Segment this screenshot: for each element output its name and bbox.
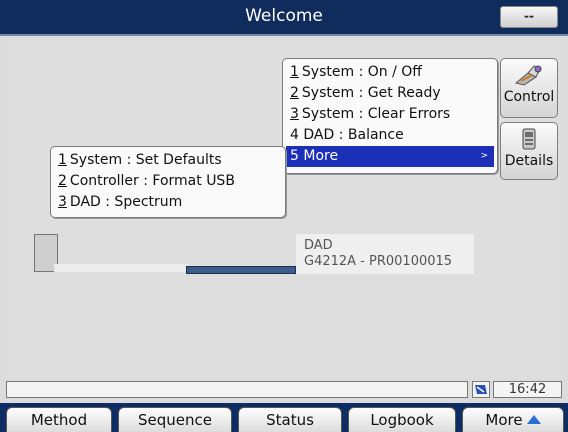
module-slot-icon [186,266,296,274]
network-icon [475,385,487,394]
tab-status[interactable]: Status [238,407,342,432]
module-details-icon [522,128,536,150]
details-button-label: Details [504,153,554,169]
menu-item-system-clear-errors[interactable]: 3 System : Clear Errors [286,104,494,125]
module-connector [54,264,188,272]
menu-item-system-get-ready[interactable]: 2 System : Get Ready [286,83,494,104]
tab-more[interactable]: More [462,407,564,432]
window-title: Welcome [245,6,323,26]
app-window: Welcome -- DAD G4212A - PR00100015 1 Syst… [0,0,568,432]
status-bar: 16:42 [6,381,562,399]
status-indicator[interactable] [472,381,490,398]
menu-item-dad-balance[interactable]: 4 DAD : Balance [286,125,494,146]
control-icon [514,65,542,86]
title-menu-button[interactable]: -- [500,6,558,28]
control-button[interactable]: Control [500,58,558,118]
control-menu: 1 System : On / Off 2 System : Get Ready 3… [282,58,498,174]
menu-item-more[interactable]: 5 More > [286,146,494,167]
tab-sequence[interactable]: Sequence [118,407,232,432]
tab-more-label: More [485,411,523,429]
status-message [6,381,468,398]
module-serial: G4212A - PR00100015 [304,254,453,269]
tab-method[interactable]: Method [6,407,112,432]
module-info-panel[interactable]: DAD G4212A - PR00100015 [296,234,474,274]
control-button-label: Control [503,89,555,105]
menu-item-system-on-off[interactable]: 1 System : On / Off [286,62,494,83]
menu-item-dad-spectrum[interactable]: 3 DAD : Spectrum [54,192,282,213]
triangle-up-icon [526,415,541,424]
module-name: DAD [304,238,333,253]
tab-bar: Method Sequence Status Logbook More [0,403,568,432]
more-submenu: 1 System : Set Defaults 2 Controller : For… [50,146,286,218]
clock: 16:42 [493,381,562,398]
title-bar: Welcome -- [0,0,568,36]
menu-item-format-usb[interactable]: 2 Controller : Format USB [54,171,282,192]
details-button[interactable]: Details [500,122,558,180]
submenu-arrow-icon: > [480,151,488,161]
menu-item-set-defaults[interactable]: 1 System : Set Defaults [54,150,282,171]
tab-logbook[interactable]: Logbook [348,407,456,432]
